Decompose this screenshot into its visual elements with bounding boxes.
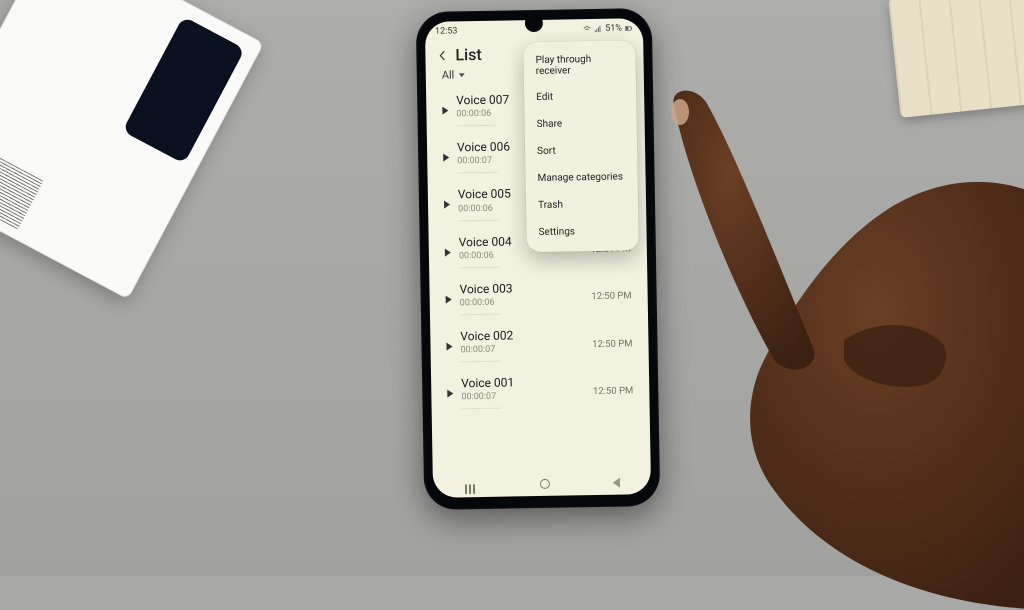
- system-nav-bar: [433, 470, 651, 498]
- recording-time: 12:50 PM: [592, 338, 632, 350]
- back-icon[interactable]: [437, 50, 447, 60]
- recording-time: 12:50 PM: [593, 385, 633, 397]
- play-icon[interactable]: [447, 390, 453, 398]
- status-right: 51%: [583, 23, 633, 34]
- menu-edit[interactable]: Edit: [524, 82, 636, 111]
- battery-icon: [625, 24, 633, 32]
- nav-home-icon[interactable]: [539, 479, 549, 489]
- play-icon[interactable]: [443, 154, 449, 162]
- page-title: List: [455, 45, 482, 64]
- play-icon[interactable]: [445, 248, 451, 256]
- play-icon[interactable]: [444, 201, 450, 209]
- play-icon[interactable]: [446, 343, 452, 351]
- wooden-object: [888, 0, 1024, 118]
- play-icon[interactable]: [442, 107, 448, 115]
- phone-frame: 12:53 51% List All Voice 007 00:00:06: [416, 8, 661, 510]
- menu-play-through-receiver[interactable]: Play through receiver: [523, 46, 636, 84]
- nav-recents-icon[interactable]: [464, 484, 476, 486]
- recording-time: 12:50 PM: [591, 291, 631, 303]
- filter-label: All: [442, 68, 455, 81]
- menu-trash[interactable]: Trash: [526, 190, 638, 219]
- status-time: 12:53: [435, 26, 458, 36]
- nav-back-icon[interactable]: [612, 478, 619, 488]
- recording-duration: 00:00:06: [459, 249, 583, 268]
- status-battery: 51%: [605, 23, 622, 33]
- screen: 12:53 51% List All Voice 007 00:00:06: [425, 18, 651, 498]
- menu-sort[interactable]: Sort: [525, 136, 637, 165]
- play-icon[interactable]: [446, 295, 452, 303]
- recording-duration: 00:00:06: [460, 296, 584, 315]
- menu-manage-categories[interactable]: Manage categories: [525, 163, 637, 192]
- box-barcodes: [0, 139, 44, 230]
- recording-duration: 00:00:07: [460, 343, 584, 362]
- wifi-icon: [583, 25, 591, 33]
- recording-title: Voice 001: [461, 375, 585, 390]
- overflow-menu: Play through receiver Edit Share Sort Ma…: [523, 40, 639, 252]
- list-item[interactable]: Voice 002 00:00:07 12:50 PM: [436, 320, 643, 371]
- list-item[interactable]: Voice 001 00:00:07 12:50 PM: [437, 367, 644, 418]
- menu-settings[interactable]: Settings: [526, 217, 638, 246]
- recording-duration: 00:00:07: [461, 391, 585, 410]
- list-item[interactable]: Voice 003 00:00:06 12:50 PM: [435, 273, 642, 324]
- signal-icon: [594, 25, 602, 33]
- recording-title: Voice 003: [459, 281, 583, 296]
- recording-title: Voice 002: [460, 328, 584, 343]
- chevron-down-icon: [458, 73, 464, 77]
- menu-share[interactable]: Share: [524, 109, 636, 138]
